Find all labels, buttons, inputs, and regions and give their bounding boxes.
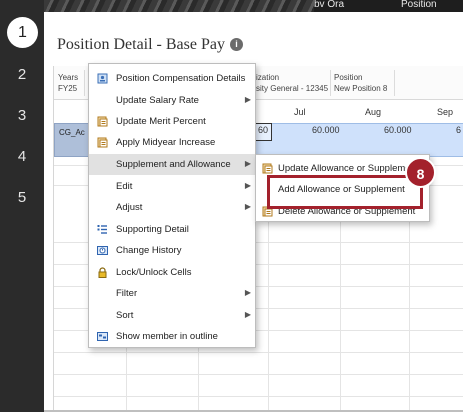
cell-value[interactable]: 6 [456, 125, 461, 135]
menu-item-label: Adjust [116, 202, 143, 213]
menu-item-label: Supplement and Allowance [116, 159, 231, 170]
submenu-item-label: Update Allowance or Supplement [278, 163, 419, 174]
supporting-detail-icon [97, 224, 108, 235]
menu-item-label: Show member in outline [116, 331, 218, 342]
menu-item-label: Position Compensation Details [116, 73, 246, 84]
pov-position-value: New Position 8 [334, 84, 388, 93]
menu-item-label: Apply Midyear Increase [116, 137, 216, 148]
step-rail: 1 2 3 4 5 [0, 0, 44, 412]
menu-item-label: Update Merit Percent [116, 116, 206, 127]
lock-icon [97, 267, 108, 278]
menu-item-filter[interactable]: Filter ▶ [89, 283, 255, 304]
pov-years-label: Years [58, 73, 79, 82]
cell-value[interactable]: 60.000 [384, 125, 412, 135]
grid-line [54, 396, 463, 397]
grid-line [54, 352, 463, 353]
banner-pattern [44, 0, 314, 12]
step-badge: 8 [405, 157, 436, 188]
step-3: 3 [17, 107, 27, 124]
menu-item-change-history[interactable]: Change History [89, 240, 255, 261]
banner-right-text: Position [401, 0, 437, 10]
menu-item-supporting-detail[interactable]: Supporting Detail [89, 219, 255, 240]
step-2: 2 [17, 66, 27, 83]
pov-organization[interactable]: ization sity General - 12345 [256, 72, 328, 94]
banner-left-text: bv Ora [314, 0, 345, 10]
menu-item-label: Sort [116, 310, 134, 321]
info-icon[interactable]: i [230, 38, 243, 51]
change-history-icon [97, 245, 108, 256]
pov-years[interactable]: Years FY25 [58, 72, 78, 94]
step-1: 1 [7, 17, 38, 48]
menu-item-edit[interactable]: Edit ▶ [89, 176, 255, 197]
form-icon [97, 116, 108, 127]
top-banner: bv Ora Position [44, 0, 463, 12]
chevron-right-icon: ▶ [244, 310, 251, 319]
menu-item-lock-unlock-cells[interactable]: Lock/Unlock Cells [89, 262, 255, 283]
chevron-right-icon: ▶ [244, 159, 251, 168]
position-details-icon [97, 73, 108, 84]
menu-item-apply-midyear-increase[interactable]: Apply Midyear Increase [89, 132, 255, 153]
row-header-label: CG_Ac [59, 128, 85, 137]
pov-organization-label: ization [256, 73, 280, 82]
callout-highlight [267, 175, 423, 209]
pov-divider [394, 70, 395, 96]
chevron-right-icon: ▶ [244, 202, 251, 211]
menu-item-label: Update Salary Rate [116, 95, 199, 106]
context-menu: Position Compensation Details Update Sal… [88, 63, 256, 348]
form-icon [97, 137, 108, 148]
menu-item-adjust[interactable]: Adjust ▶ [89, 197, 255, 218]
pov-position-label: Position [334, 73, 363, 82]
menu-item-supplement-and-allowance[interactable]: Supplement and Allowance ▶ [89, 154, 255, 175]
pov-organization-value: sity General - 12345 [256, 84, 329, 93]
menu-item-show-member-in-outline[interactable]: Show member in outline [89, 326, 255, 347]
chevron-right-icon: ▶ [244, 181, 251, 190]
page-title: Position Detail - Base Pay [57, 36, 225, 53]
menu-item-label: Edit [116, 181, 133, 192]
form-icon [262, 163, 273, 174]
column-header-aug: Aug [365, 107, 382, 117]
menu-item-position-compensation-details[interactable]: Position Compensation Details [89, 68, 255, 89]
outline-icon [97, 331, 108, 342]
pov-position[interactable]: Position New Position 8 [334, 72, 387, 94]
grid-line [54, 374, 463, 375]
chevron-right-icon: ▶ [244, 288, 251, 297]
menu-item-label: Supporting Detail [116, 224, 189, 235]
pov-divider [84, 70, 85, 96]
column-header-jul: Jul [294, 107, 306, 117]
menu-item-update-merit-percent[interactable]: Update Merit Percent [89, 111, 255, 132]
column-header-sep: Sep [437, 107, 454, 117]
chevron-right-icon: ▶ [244, 95, 251, 104]
menu-item-label: Change History [116, 245, 182, 256]
cell-value[interactable]: 60.000 [312, 125, 340, 135]
step-5: 5 [17, 189, 27, 206]
pov-divider [330, 70, 331, 96]
menu-item-label: Filter [116, 288, 138, 299]
pov-years-value: FY25 [58, 84, 78, 93]
menu-item-update-salary-rate[interactable]: Update Salary Rate ▶ [89, 90, 255, 111]
menu-item-sort[interactable]: Sort ▶ [89, 305, 255, 326]
cell-value[interactable]: 60 [258, 125, 268, 135]
step-4: 4 [17, 148, 27, 165]
menu-item-label: Lock/Unlock Cells [116, 267, 192, 278]
